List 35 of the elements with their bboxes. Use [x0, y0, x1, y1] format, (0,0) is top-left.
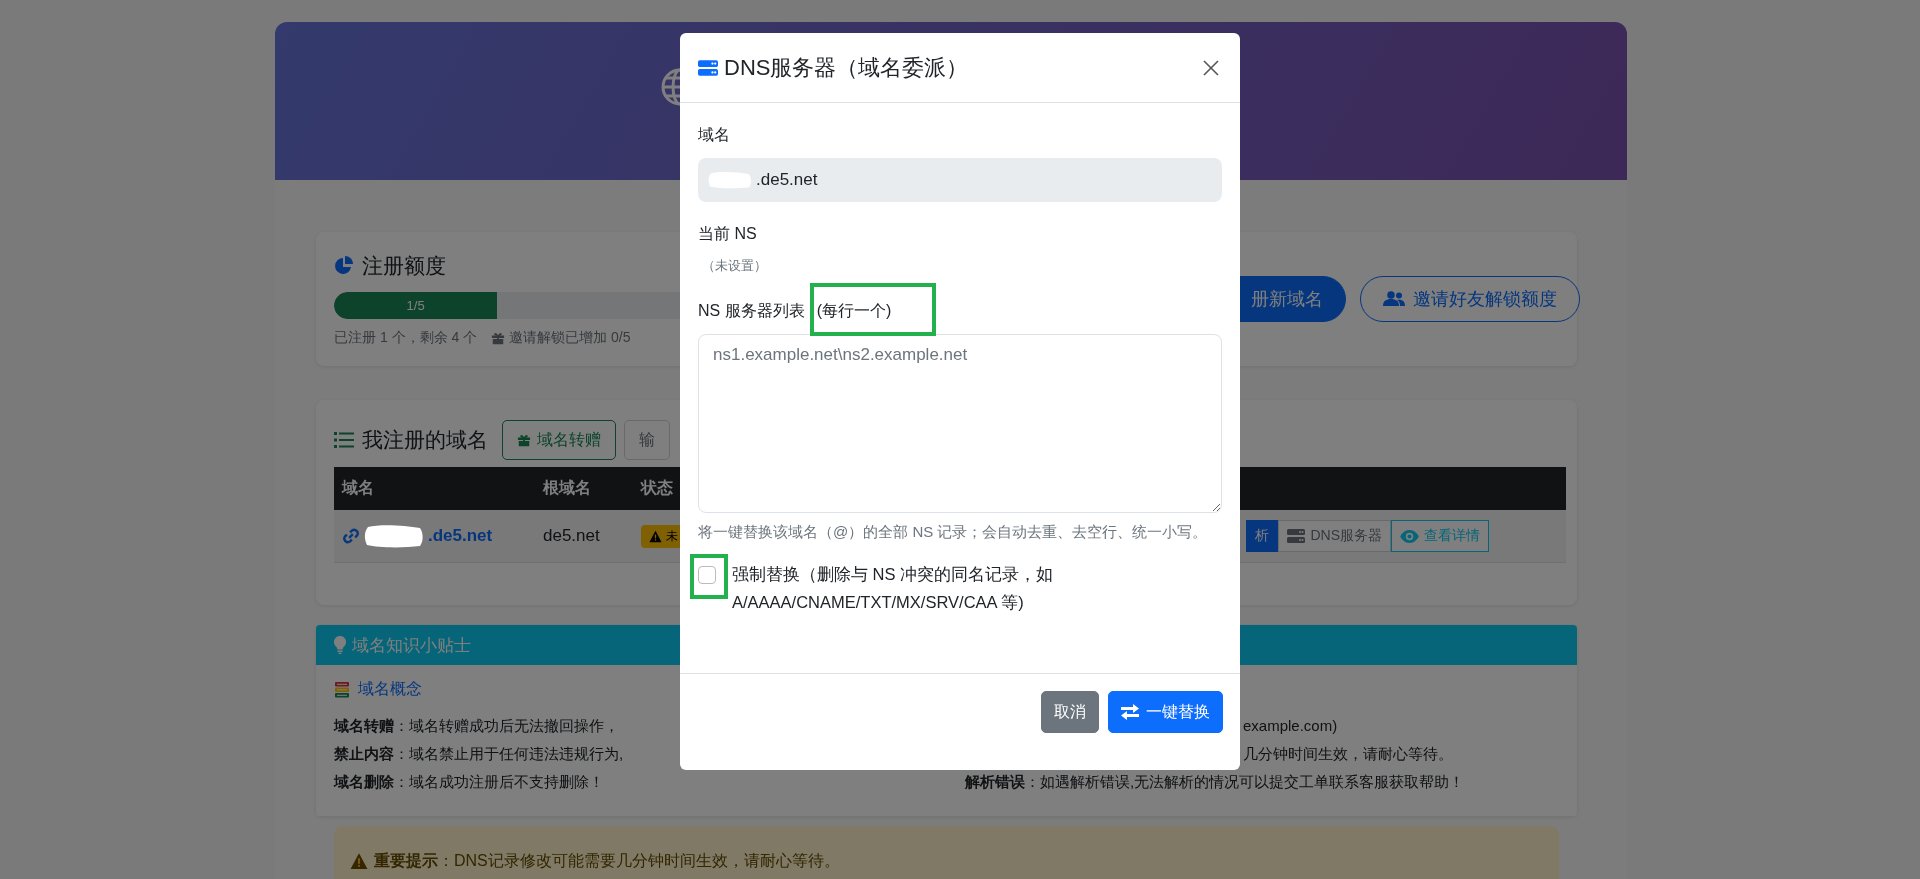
invite-button[interactable]: 邀请好友解锁额度: [1360, 276, 1580, 322]
checkbox-label: 强制替换（删除与 NS 冲突的同名记录，如 A/AAAA/CNAME/TXT/MX/SRV/CAA 等): [732, 564, 1055, 613]
current-ns-value: （未设置）: [702, 257, 768, 274]
tip-text: 域名删除：域名成功注册后不支持删除！: [334, 773, 604, 790]
card-title: 注册额度: [362, 252, 446, 279]
transfer-button[interactable]: 域名转赠: [502, 420, 616, 460]
modal-title: DNS服务器（域名委派）: [724, 53, 969, 82]
resolve-button[interactable]: 析: [1246, 520, 1279, 552]
column-header: 域名: [334, 467, 535, 510]
tip-text: 禁止内容：域名禁止用于任何违法违规行为,: [334, 745, 624, 762]
tip-text: 几分钟时间生效，请耐心等待。: [1243, 745, 1453, 762]
column-header: 根域名: [535, 467, 633, 510]
alert-text: 重要提示：DNS记录修改可能需要几分钟时间生效，请耐心等待。: [374, 850, 840, 871]
field-hint: (每行一个): [816, 302, 892, 319]
field-label: 当前 NS: [698, 224, 758, 243]
tip-text: example.com): [1243, 717, 1338, 734]
invite-note: 邀请解锁已增加 0/5: [509, 328, 631, 347]
table-cell: de5.net: [535, 510, 633, 563]
section-heading: 域名概念: [358, 679, 422, 699]
cancel-button[interactable]: 取消: [1041, 691, 1099, 733]
field-label: NS 服务器列表: [698, 301, 805, 320]
tips-title: 域名知识小贴士: [352, 634, 471, 657]
replace-button[interactable]: 一键替换: [1108, 691, 1223, 733]
help-text: 将一键替换该域名（@）的全部 NS 记录；会自动去重、去空行、统一小写。: [698, 522, 1209, 542]
ns-list-field[interactable]: ns1.example.net\ns2.example.net: [698, 334, 1222, 513]
tip-text: 域名转赠：域名转赠成功后无法撤回操作，: [334, 717, 619, 734]
tip-text: 解析错误：如遇解析错误,无法解析的情况可以提交工单联系客服获取帮助！: [965, 773, 1465, 790]
card-title: 我注册的域名: [362, 427, 488, 453]
toolbar-button[interactable]: 输: [624, 420, 670, 460]
progress-fill: 1/5: [334, 291, 498, 319]
quota-summary: 已注册 1 个，剩余 4 个: [334, 328, 478, 347]
field-label: 域名: [698, 125, 731, 144]
domain-field[interactable]: .de5.net: [698, 158, 1222, 202]
details-button[interactable]: 查看详情: [1391, 520, 1489, 552]
dns-server-button[interactable]: DNS服务器: [1278, 520, 1391, 552]
